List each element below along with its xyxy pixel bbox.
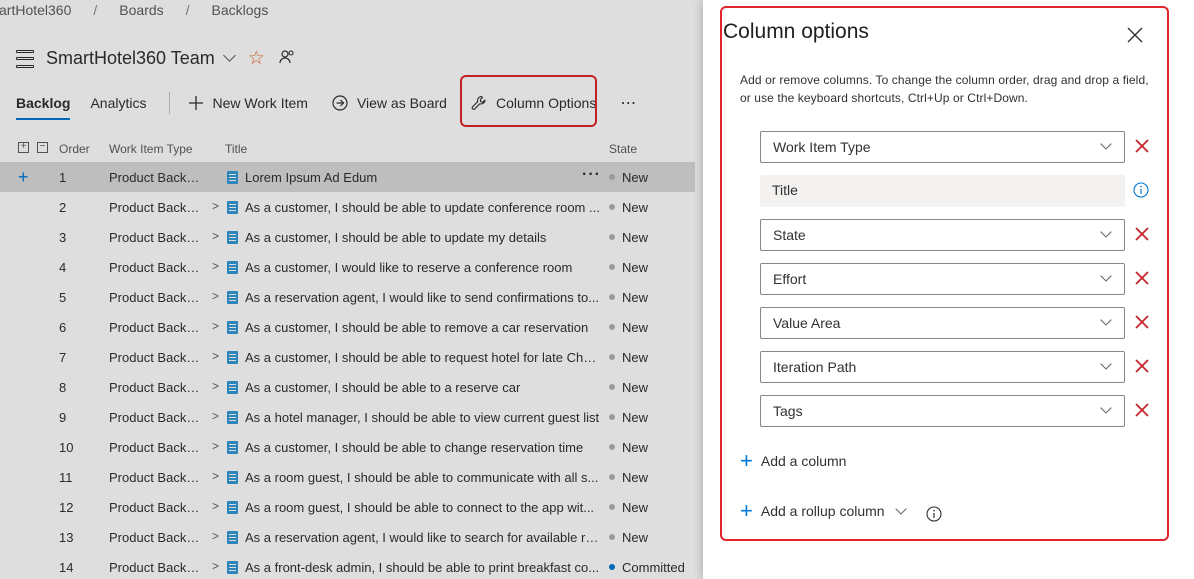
column-field-label: Title xyxy=(772,182,798,198)
add-rollup-column-label: Add a rollup column xyxy=(760,503,885,519)
remove-column-icon[interactable] xyxy=(1134,314,1150,330)
column-field[interactable]: State xyxy=(760,219,1125,251)
column-field[interactable]: Iteration Path xyxy=(760,351,1125,383)
add-rollup-column-button[interactable]: + Add a rollup column xyxy=(740,498,907,523)
remove-column-icon[interactable] xyxy=(1134,226,1150,242)
remove-column-icon[interactable] xyxy=(1134,270,1150,286)
chevron-down-icon xyxy=(1100,270,1112,282)
add-column-label: Add a column xyxy=(760,453,847,469)
column-field-label: Iteration Path xyxy=(773,359,857,375)
column-field-label: Effort xyxy=(773,271,807,287)
panel-title: Column options xyxy=(723,20,869,43)
column-field-label: Tags xyxy=(773,403,803,419)
panel-description: Add or remove columns. To change the col… xyxy=(740,73,1149,105)
chevron-down-icon xyxy=(1100,226,1112,238)
chevron-down-icon xyxy=(1100,314,1112,326)
column-field-label: Value Area xyxy=(773,315,841,331)
column-field[interactable]: Value Area xyxy=(760,307,1125,339)
remove-column-icon[interactable] xyxy=(1134,138,1150,154)
chevron-down-icon xyxy=(1100,402,1112,414)
remove-column-icon[interactable] xyxy=(1134,358,1150,374)
close-icon[interactable] xyxy=(1126,26,1144,44)
chevron-down-icon xyxy=(1100,358,1112,370)
remove-column-icon[interactable] xyxy=(1134,402,1150,418)
column-field[interactable]: Work Item Type xyxy=(760,131,1125,163)
column-field-label: State xyxy=(773,227,806,243)
chevron-down-icon xyxy=(894,502,907,515)
plus-icon: + xyxy=(740,448,753,473)
info-icon[interactable] xyxy=(926,506,942,522)
plus-icon: + xyxy=(740,498,753,523)
add-column-button[interactable]: + Add a column xyxy=(740,448,847,473)
column-field-label: Work Item Type xyxy=(773,139,871,155)
info-icon[interactable] xyxy=(1133,182,1149,198)
column-field[interactable]: Title xyxy=(760,175,1125,207)
column-field[interactable]: Effort xyxy=(760,263,1125,295)
chevron-down-icon xyxy=(1100,138,1112,150)
column-field[interactable]: Tags xyxy=(760,395,1125,427)
modal-overlay[interactable] xyxy=(0,0,703,579)
